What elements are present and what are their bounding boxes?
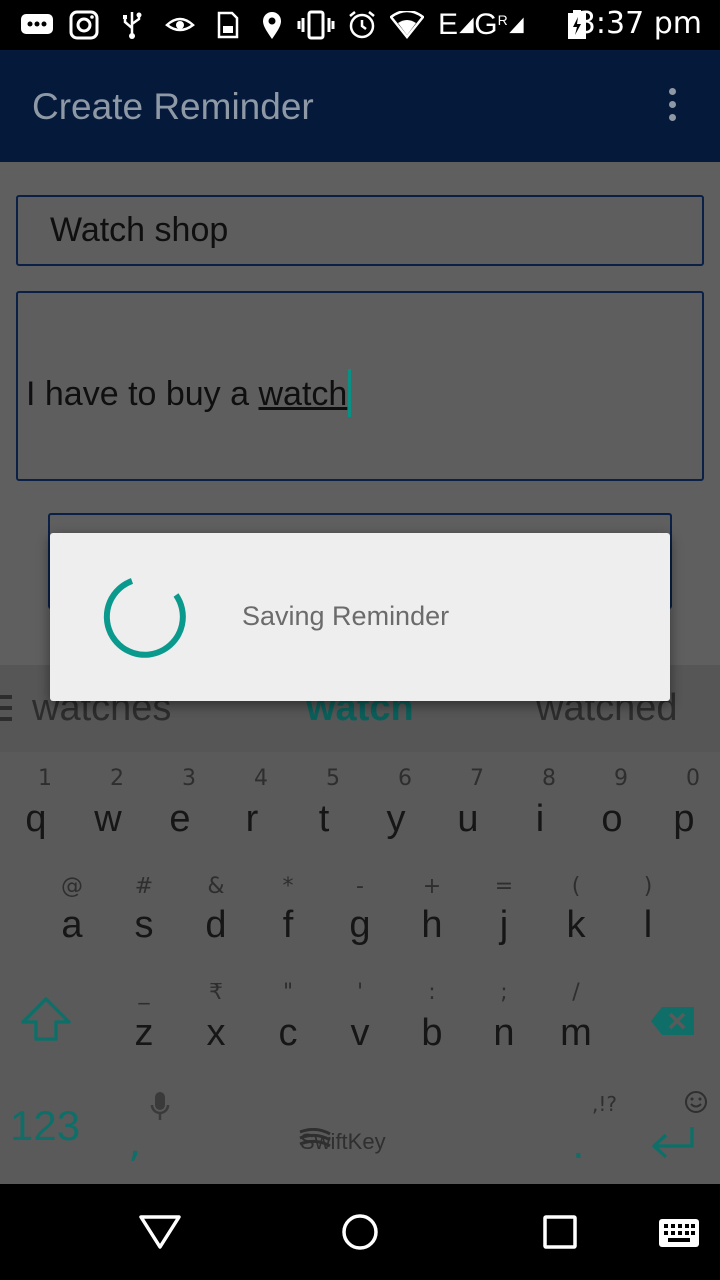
status-time: 3:37 pm [576, 6, 702, 41]
keyboard-menu-icon[interactable] [0, 695, 12, 728]
key-c[interactable]: " c [252, 752, 324, 1054]
reminder-title-input[interactable]: Watch shop [16, 195, 704, 266]
key-hint: / [572, 980, 580, 1005]
app-bar: Create Reminder [0, 50, 720, 162]
key-hint: & [207, 874, 225, 899]
wifi-icon [390, 10, 424, 40]
key-hint: # [134, 874, 154, 899]
text-cursor [348, 369, 352, 417]
reminder-title-value: Watch shop [50, 211, 229, 249]
key-label: c [278, 1012, 298, 1054]
page-title: Create Reminder [32, 86, 314, 127]
reminder-description-input[interactable]: I have to buy a watch [16, 291, 704, 481]
key-label: a [61, 904, 83, 946]
key-l[interactable]: ) l [612, 752, 684, 946]
reminder-description-value: I have to buy a watch [26, 369, 352, 417]
key-hint: ' [356, 980, 364, 1005]
navigation-bar [0, 1184, 720, 1280]
shift-icon[interactable] [20, 996, 72, 1046]
key-hint: : [428, 980, 436, 1005]
key-label: n [493, 1012, 515, 1054]
key-hint: ; [500, 980, 508, 1005]
key-label: j [499, 904, 509, 946]
key-hint: ₹ [209, 980, 223, 1005]
key-label: s [134, 904, 154, 946]
loading-spinner-icon [102, 575, 188, 661]
period-hint: ,!? [592, 1092, 617, 1116]
key-a[interactable]: @ a [36, 752, 108, 946]
home-icon[interactable] [340, 1212, 380, 1256]
key-n[interactable]: ; n [468, 752, 540, 1054]
key-hint: ( [571, 874, 581, 899]
swiftkey-brand: SwiftKey [300, 1129, 386, 1154]
period-key[interactable]: . [572, 1122, 585, 1168]
key-hint: _ [138, 980, 150, 1005]
location-icon [260, 10, 284, 40]
key-hint: ) [643, 874, 653, 899]
key-label: x [206, 1012, 226, 1054]
key-m[interactable]: / m [540, 752, 612, 1054]
usb-icon [118, 10, 146, 40]
key-label: f [282, 904, 294, 946]
recents-icon[interactable] [542, 1214, 578, 1254]
keyboard: 1q2w3e4r5t6y7u8i9o0p @ a # s & d * f - g + h = j(k) l … [0, 752, 720, 1184]
instagram-icon [68, 10, 100, 40]
vibrate-icon [296, 10, 336, 40]
key-hint: + [422, 874, 442, 899]
mic-icon[interactable] [150, 1090, 170, 1124]
key-label: v [350, 1012, 370, 1054]
key-hint: @ [61, 874, 83, 899]
key-x[interactable]: ₹ x [180, 752, 252, 1054]
comma-key[interactable]: , [128, 1117, 141, 1166]
alarm-icon [346, 10, 378, 40]
key-v[interactable]: ' v [324, 752, 396, 1054]
message-icon [20, 10, 54, 40]
key-label: l [643, 904, 653, 946]
key-label: b [421, 1012, 443, 1054]
key-hint: " [282, 980, 294, 1005]
sd-card-icon [214, 10, 242, 40]
key-label: k [566, 904, 586, 946]
signal-icon: E GR [438, 8, 524, 41]
key-label: h [421, 904, 443, 946]
key-label: d [205, 904, 227, 946]
key-hint: = [494, 874, 514, 899]
backspace-icon[interactable] [650, 1006, 696, 1040]
dialog-message: Saving Reminder [242, 601, 450, 631]
key-z[interactable]: _ z [108, 752, 180, 1054]
keyboard-switch-icon[interactable] [658, 1218, 700, 1252]
enter-icon[interactable] [648, 1124, 698, 1170]
key-label: z [134, 1012, 154, 1054]
composing-word: watch [258, 375, 348, 413]
eye-icon [164, 10, 196, 40]
key-label: m [560, 1012, 592, 1054]
emoji-icon[interactable] [684, 1090, 708, 1120]
status-bar: E GR 3:37 pm [0, 0, 720, 50]
key-hint: * [282, 874, 294, 899]
key-label: g [349, 904, 371, 946]
numbers-key[interactable]: 123 [10, 1102, 80, 1150]
progress-dialog: Saving Reminder [50, 533, 670, 701]
overflow-menu-icon[interactable] [664, 88, 680, 128]
key-hint: - [356, 874, 364, 899]
back-icon[interactable] [138, 1214, 182, 1254]
key-b[interactable]: :b [396, 752, 468, 1054]
